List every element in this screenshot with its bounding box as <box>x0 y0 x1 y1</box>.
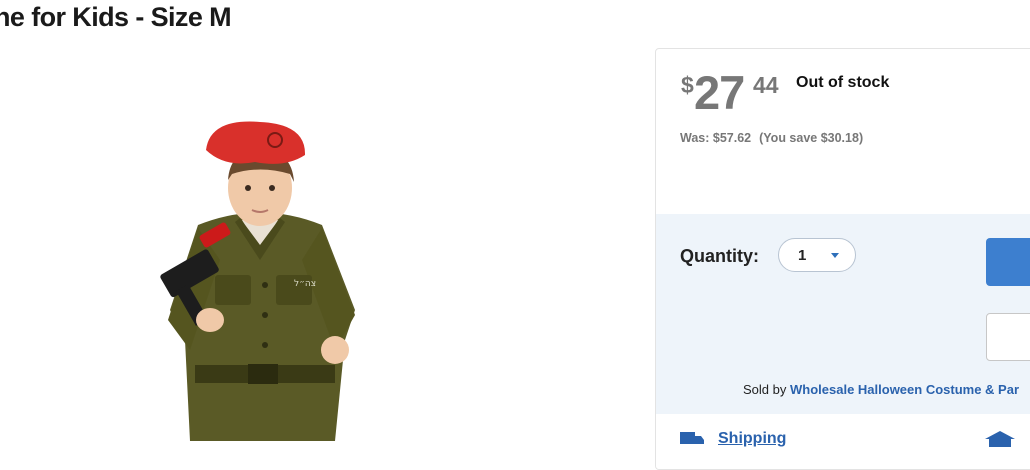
price-currency: $ <box>681 72 694 98</box>
sold-by-prefix: Sold by <box>743 382 787 397</box>
was-price-line: Was: $57.62 (You save $30.18) <box>680 131 863 145</box>
product-image[interactable]: צה״ל <box>140 110 380 441</box>
truck-icon <box>680 432 704 444</box>
product-title: ne for Kids - Size M <box>0 2 232 32</box>
was-price: Was: $57.62 <box>680 131 752 145</box>
shipping-link[interactable]: Shipping <box>718 430 786 448</box>
stock-status: Out of stock <box>796 74 890 91</box>
savings-amount: (You save $30.18) <box>759 131 864 145</box>
store-icon <box>985 431 1015 447</box>
secondary-action-button[interactable] <box>986 313 1030 361</box>
svg-text:צה״ל: צה״ל <box>294 279 316 289</box>
seller-link[interactable]: Wholesale Halloween Costume & Par <box>790 382 1019 397</box>
sold-by-line: Sold by Wholesale Halloween Costume & Pa… <box>743 382 1019 397</box>
quantity-value: 1 <box>798 247 807 264</box>
buy-box: $ 27 44 Out of stock Was: $57.62 (You sav… <box>655 48 1030 470</box>
add-to-cart-button[interactable] <box>986 238 1030 286</box>
product-photo: צה״ל <box>160 121 355 441</box>
quantity-select[interactable]: 1 <box>778 238 856 272</box>
quantity-label: Quantity: <box>680 246 759 266</box>
chevron-down-icon <box>831 253 839 258</box>
fulfillment-options: Shipping <box>656 414 1030 469</box>
purchase-panel: Quantity: 1 Sold by Wholesale Halloween … <box>656 214 1030 414</box>
price-cents: 44 <box>753 72 779 98</box>
price-dollars: 27 <box>694 66 745 119</box>
